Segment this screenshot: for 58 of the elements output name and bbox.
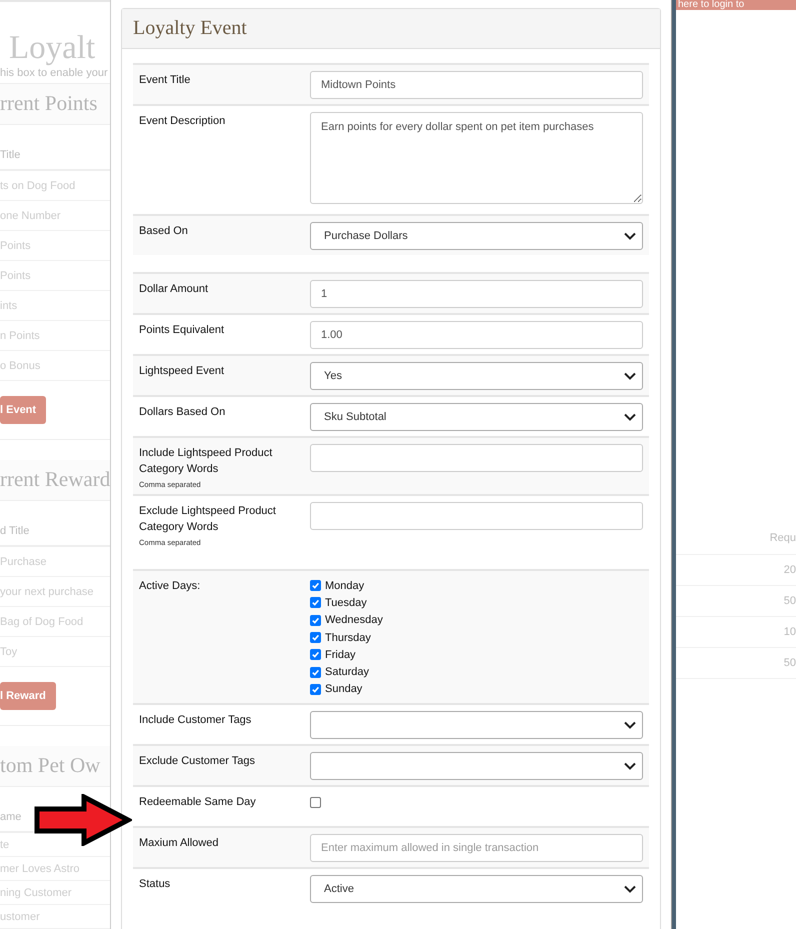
field-label: Event Title: [139, 73, 192, 88]
field-label: Include Customer Tags: [139, 713, 252, 728]
field-label: Exclude Lightspeed Product Category Words: [139, 504, 277, 535]
checkbox-label: Sunday: [325, 683, 362, 696]
chevron-down-icon: [624, 885, 636, 894]
checkbox-label: Tuesday: [325, 596, 367, 609]
checkbox-label: Saturday: [325, 666, 370, 678]
checkbox[interactable]: [310, 614, 321, 626]
checkbox-label: Friday: [325, 648, 356, 661]
section-title: rrent Reward: [0, 460, 110, 501]
text-field[interactable]: [310, 444, 643, 472]
checkbox-label: Thursday: [325, 632, 371, 644]
dropdown[interactable]: Yes: [310, 362, 643, 390]
text-field[interactable]: 1: [310, 280, 643, 308]
checkbox[interactable]: [310, 666, 321, 678]
section-title: tom Pet Ow: [0, 746, 110, 787]
chevron-down-icon: [624, 721, 636, 730]
chevron-down-icon: [624, 762, 636, 770]
field-label: Dollars Based On: [139, 405, 226, 420]
table-cell: 20: [676, 555, 796, 586]
checkbox[interactable]: [310, 649, 321, 660]
field-label: Include Lightspeed Product Category Words: [139, 446, 274, 477]
chevron-down-icon: [624, 232, 636, 240]
column-header: Requ: [676, 523, 796, 555]
text-field[interactable]: Enter maximum allowed in single transaction: [310, 834, 643, 862]
checkbox[interactable]: [310, 684, 321, 695]
table-cell: 50: [676, 586, 796, 617]
checkbox[interactable]: [310, 580, 321, 592]
field-label: Maxium Allowed: [139, 836, 220, 852]
dropdown[interactable]: [310, 752, 643, 780]
dropdown[interactable]: Active: [310, 875, 643, 904]
field-label: Status: [139, 877, 172, 892]
dropdown[interactable]: [310, 711, 643, 740]
field-label: Based On: [139, 224, 189, 239]
text-field[interactable]: [310, 502, 643, 530]
field-label: Exclude Customer Tags: [139, 754, 256, 770]
field-label: Dollar Amount: [139, 282, 210, 297]
checkbox-label: Wednesday: [325, 614, 383, 626]
checkbox-label: Monday: [325, 580, 364, 592]
checkbox[interactable]: [310, 797, 321, 808]
chevron-down-icon: [624, 413, 636, 421]
field-label: Points Equivalent: [139, 323, 225, 338]
field-label: Redeemable Same Day: [139, 795, 257, 810]
section-title: rrent Points: [0, 84, 110, 125]
table-cell: 10: [676, 617, 796, 648]
description-field[interactable]: Earn points for every dollar spent on pet item purchases: [310, 112, 643, 204]
dropdown[interactable]: Sku Subtotal: [310, 403, 643, 431]
text-field[interactable]: Midtown Points: [310, 71, 643, 99]
modal-title: Loyalty Event: [133, 17, 247, 40]
table-cell: 50: [676, 648, 796, 679]
chevron-down-icon: [624, 372, 636, 380]
field-label: Active Days:: [139, 579, 202, 594]
text-field[interactable]: 1.00: [310, 321, 643, 349]
dropdown[interactable]: Purchase Dollars: [310, 222, 643, 250]
field-label: Lightspeed Event: [139, 364, 226, 379]
checkbox[interactable]: [310, 597, 321, 608]
field-label: Event Description: [139, 114, 226, 129]
checkbox[interactable]: [310, 632, 321, 644]
